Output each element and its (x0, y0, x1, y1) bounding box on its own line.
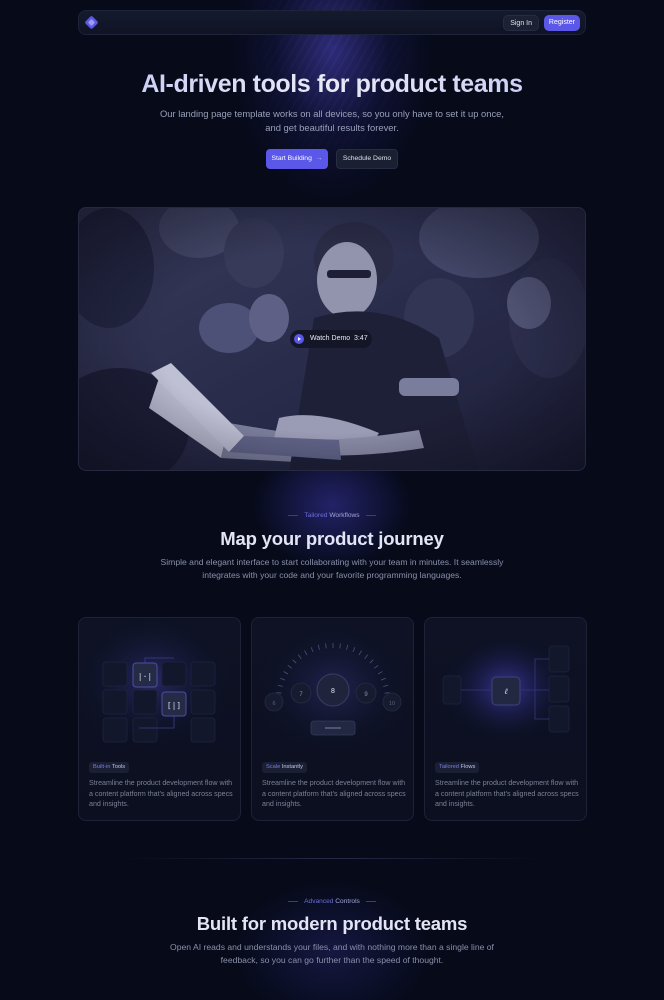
tag-text: Scale (266, 764, 282, 770)
dial-value-selected: 8 (331, 688, 335, 695)
feature-card-tools: |·| [|] Built-in Tools Streamline the pr… (78, 617, 241, 821)
tag-highlight: Flows (460, 764, 476, 770)
tag-text: Tailored (439, 764, 461, 770)
eyebrow-highlight: Workflows (329, 512, 360, 519)
flows-illustration: ℓ (425, 618, 586, 758)
card-tag: Built-in Tools (89, 762, 130, 773)
subtitle-line: Simple and elegant interface to start co… (160, 557, 504, 567)
eyebrow-text: Advanced (304, 898, 336, 905)
card-tag: Tailored Flows (435, 762, 480, 773)
hero-subtitle-line: Our landing page template works on all d… (160, 108, 504, 119)
hero-subtitle-line: and get beautiful results forever. (265, 122, 399, 133)
hero-subtitle: Our landing page template works on all d… (0, 107, 664, 135)
hero-title: AI-driven tools for product teams (0, 70, 664, 99)
dial-illustration: 6 7 8 9 10 (252, 618, 413, 758)
eyebrow-highlight: Controls (335, 898, 360, 905)
svg-text:[|]: [|] (167, 701, 181, 710)
sign-in-button[interactable]: Sign In (503, 15, 539, 31)
controls-title: Built for modern product teams (196, 913, 468, 934)
watch-demo-button[interactable]: Watch Demo · 3:47 (290, 330, 372, 348)
card-description: Streamline the product development flow … (262, 779, 406, 808)
card-description: Streamline the product development flow … (435, 779, 579, 808)
arrow-right-icon: → (315, 155, 323, 162)
start-building-button[interactable]: Start Building → (266, 149, 328, 169)
tag-text: Built-in (93, 764, 112, 770)
video-duration: 3:47 (354, 335, 368, 342)
controls-subtitle: Open AI reads and understands your files… (0, 941, 664, 967)
tag-highlight: Tools (111, 764, 126, 770)
workflows-eyebrow: Tailored Workflows (0, 512, 664, 519)
dial-value: 10 (389, 701, 395, 707)
workflows-subtitle: Simple and elegant interface to start co… (0, 556, 664, 582)
play-icon (294, 334, 304, 344)
tag-highlight: Instantly (281, 764, 303, 770)
card-tag: Scale Instantly (262, 762, 307, 773)
svg-text:|·|: |·| (138, 672, 152, 681)
controls-eyebrow: Advanced Controls (0, 898, 664, 905)
subtitle-line: Open AI reads and understands your files… (170, 942, 494, 952)
dial-value: 6 (272, 701, 275, 707)
section-divider (118, 858, 546, 859)
subtitle-line: integrates with your code and your favor… (202, 570, 462, 580)
card-description: Streamline the product development flow … (89, 779, 233, 808)
start-building-label: Start Building (271, 155, 312, 162)
separator: · (348, 335, 351, 342)
subtitle-line: feedback, so you can go further than the… (220, 955, 444, 965)
workflows-title: Map your product journey (220, 528, 444, 549)
register-button[interactable]: Register (543, 15, 580, 31)
feature-card-flows: ℓ Tailored Flows Streamline the product … (424, 617, 587, 821)
logo-icon[interactable] (84, 15, 99, 30)
schedule-demo-button[interactable]: Schedule Demo (336, 149, 398, 169)
top-navbar: Sign In Register (78, 10, 586, 35)
eyebrow-text: Tailored (304, 512, 330, 519)
feature-card-scale: 6 7 8 9 10 Scale Instantly Streamline th… (251, 617, 414, 821)
watch-demo-label: Watch Demo (310, 335, 351, 342)
tools-grid-illustration: |·| [|] (79, 618, 240, 758)
